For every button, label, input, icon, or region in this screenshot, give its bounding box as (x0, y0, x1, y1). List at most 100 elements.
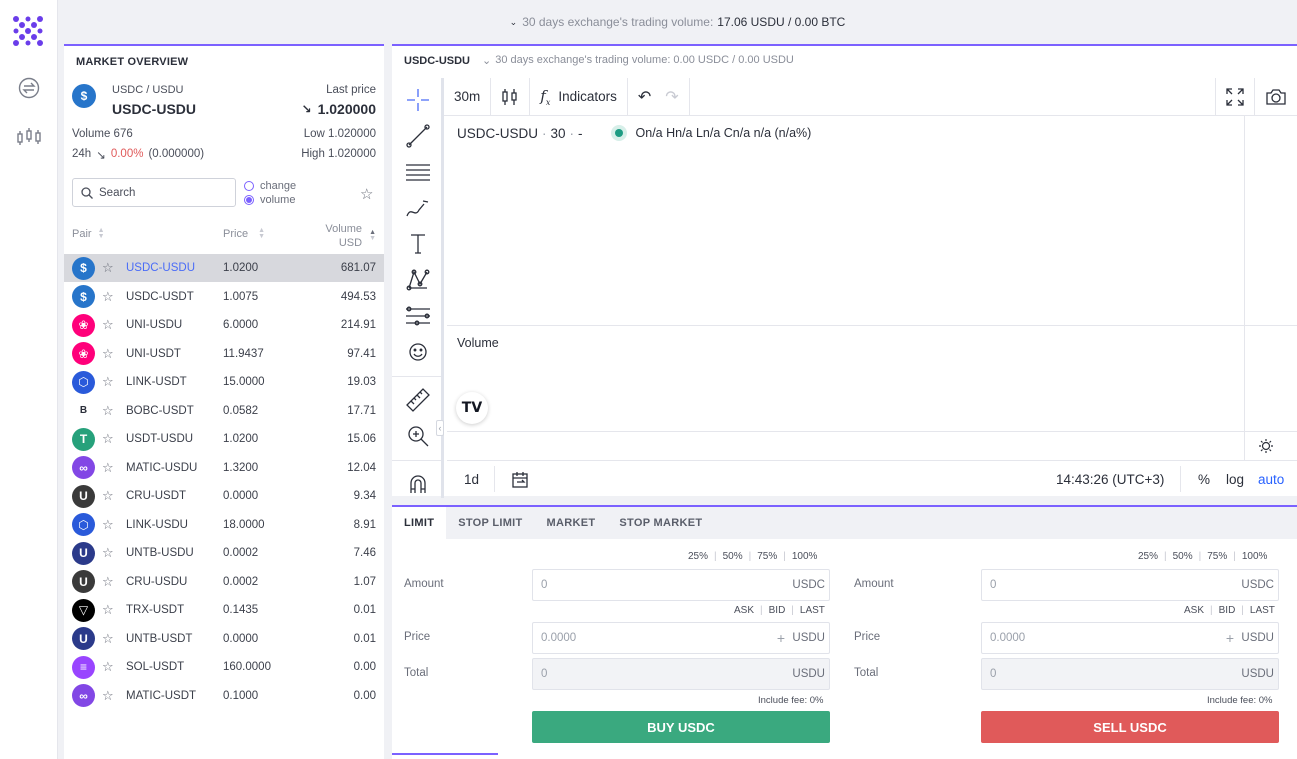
sell-last-button[interactable]: LAST (1250, 605, 1275, 616)
buy-ask-button[interactable]: ASK (734, 605, 754, 616)
pair-row[interactable]: ∞ ☆ MATIC-USDT 0.1000 0.00 (64, 682, 384, 710)
sell-bid-button[interactable]: BID (1219, 605, 1236, 616)
col-pair-header[interactable]: Pair ▲ ▼ (72, 227, 105, 240)
collapse-toolbar-icon[interactable]: ‹ (436, 420, 444, 436)
pair-row[interactable]: B ☆ BOBC-USDT 0.0582 17.71 (64, 397, 384, 425)
sell-total-input[interactable]: 0 USDU (981, 658, 1279, 690)
star-icon[interactable]: ☆ (102, 346, 114, 362)
pair-row[interactable]: U ☆ CRU-USDU 0.0002 1.07 (64, 568, 384, 596)
sell-pct-100[interactable]: 100% (1242, 551, 1268, 562)
pair-row[interactable]: ≡ ☆ SOL-USDT 160.0000 0.00 (64, 653, 384, 681)
pair-row[interactable]: ❀ ☆ UNI-USDT 11.9437 97.41 (64, 340, 384, 368)
pair-row[interactable]: ▽ ☆ TRX-USDT 0.1435 0.01 (64, 596, 384, 624)
buy-total-input[interactable]: 0 USDU (532, 658, 830, 690)
buy-pct-100[interactable]: 100% (792, 551, 818, 562)
market-status-icon[interactable] (610, 125, 627, 141)
candlestick-nav-icon[interactable] (14, 122, 44, 152)
star-icon[interactable]: ☆ (102, 289, 114, 305)
chevron-down-icon[interactable]: ⌄ (510, 17, 518, 28)
favorites-star-icon[interactable]: ☆ (360, 185, 373, 203)
star-icon[interactable]: ☆ (102, 602, 114, 618)
tradingview-logo-icon[interactable]: TV (456, 392, 488, 424)
tab-stop-market[interactable]: STOP MARKET (607, 507, 714, 539)
pair-row[interactable]: U ☆ UNTB-USDU 0.0002 7.46 (64, 539, 384, 567)
sell-button[interactable]: SELL USDC (981, 711, 1279, 743)
tab-limit[interactable]: LIMIT (392, 507, 447, 539)
redo-icon[interactable]: ↷ (665, 87, 678, 107)
sell-amount-input[interactable]: 0 USDC (981, 569, 1279, 601)
star-icon[interactable]: ☆ (102, 260, 114, 276)
tab-market[interactable]: MARKET (535, 507, 608, 539)
settings-gear-icon[interactable] (1258, 438, 1274, 457)
undo-icon[interactable]: ↶ (638, 87, 651, 107)
star-icon[interactable]: ☆ (102, 460, 114, 476)
col-price-header[interactable]: Price ▲ ▼ (223, 227, 265, 240)
pair-row[interactable]: ∞ ☆ MATIC-USDU 1.3200 12.04 (64, 454, 384, 482)
buy-bid-button[interactable]: BID (769, 605, 786, 616)
radio-change-circle[interactable] (244, 181, 254, 191)
col-volume-header[interactable]: Volume USD ▲ ▼ (325, 222, 376, 250)
buy-pct-25[interactable]: 25% (688, 551, 708, 562)
pair-row[interactable]: $ ☆ USDC-USDT 1.0075 494.53 (64, 283, 384, 311)
text-icon[interactable] (404, 230, 432, 258)
buy-pct-50[interactable]: 50% (723, 551, 743, 562)
auto-scale-button[interactable]: auto (1258, 472, 1284, 487)
chevron-down-icon[interactable]: ⌄ (482, 54, 491, 67)
star-icon[interactable]: ☆ (102, 374, 114, 390)
swap-icon[interactable] (14, 73, 44, 103)
sell-price-input[interactable]: 0.0000 + USDU (981, 622, 1279, 654)
camera-icon[interactable] (1255, 78, 1297, 116)
buy-amount-input[interactable]: 0 USDC (532, 569, 830, 601)
pair-row[interactable]: $ ☆ USDC-USDU 1.0200 681.07 (64, 254, 384, 282)
percent-scale-button[interactable]: % (1198, 472, 1210, 487)
sell-ask-button[interactable]: ASK (1184, 605, 1204, 616)
trend-line-icon[interactable] (404, 122, 432, 150)
star-icon[interactable]: ☆ (102, 659, 114, 675)
pair-row[interactable]: U ☆ UNTB-USDT 0.0000 0.01 (64, 625, 384, 653)
sell-pct-75[interactable]: 75% (1207, 551, 1227, 562)
star-icon[interactable]: ☆ (102, 317, 114, 333)
interval-button[interactable]: 30m (444, 77, 492, 116)
star-icon[interactable]: ☆ (102, 688, 114, 704)
star-icon[interactable]: ☆ (102, 545, 114, 561)
indicators-button[interactable]: fx Indicators (530, 77, 628, 116)
star-icon[interactable]: ☆ (102, 431, 114, 447)
pair-row[interactable]: ⬡ ☆ LINK-USDT 15.0000 19.03 (64, 368, 384, 396)
plus-icon[interactable]: + (1226, 630, 1234, 646)
ruler-icon[interactable] (404, 386, 432, 414)
chart-symbol[interactable]: USDC-USDU (404, 55, 470, 67)
pair-row[interactable]: ⬡ ☆ LINK-USDU 18.0000 8.91 (64, 511, 384, 539)
crosshair-icon[interactable] (404, 86, 432, 114)
horizontal-lines-icon[interactable] (404, 158, 432, 186)
chart-clock[interactable]: 14:43:26 (UTC+3) (1056, 472, 1164, 487)
tab-stop-limit[interactable]: STOP LIMIT (446, 507, 534, 539)
buy-price-input[interactable]: 0.0000 + USDU (532, 622, 830, 654)
pair-row[interactable]: U ☆ CRU-USDT 0.0000 9.34 (64, 482, 384, 510)
logo-icon[interactable] (11, 14, 45, 48)
pattern-icon[interactable] (404, 266, 432, 294)
range-1d-button[interactable]: 1d (464, 472, 479, 487)
radio-change[interactable]: change (244, 180, 296, 192)
search-box[interactable]: Search (72, 178, 236, 207)
star-icon[interactable]: ☆ (102, 488, 114, 504)
sell-pct-50[interactable]: 50% (1173, 551, 1193, 562)
radio-volume[interactable]: volume (244, 194, 295, 206)
log-scale-button[interactable]: log (1226, 472, 1244, 487)
buy-last-button[interactable]: LAST (800, 605, 825, 616)
buy-pct-75[interactable]: 75% (757, 551, 777, 562)
pair-row[interactable]: T ☆ USDT-USDU 1.0200 15.06 (64, 425, 384, 453)
star-icon[interactable]: ☆ (102, 403, 114, 419)
star-icon[interactable]: ☆ (102, 574, 114, 590)
goto-date-icon[interactable] (511, 471, 529, 492)
sell-pct-25[interactable]: 25% (1138, 551, 1158, 562)
brush-icon[interactable] (404, 194, 432, 222)
magnet-icon[interactable] (404, 470, 432, 498)
zoom-in-icon[interactable] (404, 422, 432, 450)
fullscreen-icon[interactable] (1215, 77, 1255, 116)
prediction-icon[interactable] (404, 302, 432, 330)
plus-icon[interactable]: + (777, 630, 785, 646)
pair-row[interactable]: ❀ ☆ UNI-USDU 6.0000 214.91 (64, 311, 384, 339)
search-input[interactable]: Search (99, 187, 135, 199)
chart-type-button[interactable] (491, 77, 531, 116)
radio-volume-circle[interactable] (244, 195, 254, 205)
